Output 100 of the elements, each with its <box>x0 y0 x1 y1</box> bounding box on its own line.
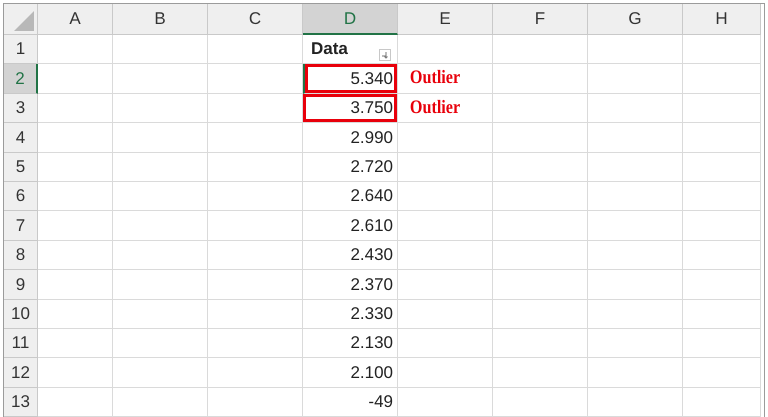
spreadsheet-cell[interactable] <box>493 211 588 241</box>
spreadsheet-cell[interactable] <box>493 94 588 124</box>
spreadsheet-cell[interactable] <box>38 64 113 94</box>
spreadsheet-cell[interactable] <box>683 240 761 270</box>
column-header[interactable]: A <box>38 4 113 35</box>
spreadsheet-cell[interactable] <box>208 328 303 358</box>
spreadsheet-cell[interactable] <box>208 64 303 94</box>
row-header[interactable]: 6 <box>4 182 38 212</box>
spreadsheet-cell[interactable] <box>113 182 208 212</box>
spreadsheet-cell[interactable] <box>588 240 683 270</box>
spreadsheet-cell[interactable] <box>398 240 493 270</box>
spreadsheet-cell[interactable]: 2.130 <box>303 328 398 358</box>
row-header[interactable]: 5 <box>4 152 38 182</box>
spreadsheet-cell[interactable] <box>38 240 113 270</box>
spreadsheet-cell[interactable] <box>208 152 303 182</box>
spreadsheet-cell[interactable] <box>683 328 761 358</box>
spreadsheet-cell[interactable] <box>113 240 208 270</box>
spreadsheet-cell[interactable]: 2.640 <box>303 182 398 212</box>
spreadsheet-cell[interactable] <box>208 211 303 241</box>
spreadsheet-cell[interactable] <box>208 240 303 270</box>
spreadsheet-cell[interactable] <box>113 270 208 300</box>
row-header[interactable]: 1 <box>4 35 38 64</box>
spreadsheet-cell[interactable] <box>683 94 761 124</box>
spreadsheet-cell[interactable] <box>493 270 588 300</box>
spreadsheet-cell[interactable] <box>588 35 683 64</box>
select-all-icon[interactable] <box>14 11 34 31</box>
spreadsheet-cell[interactable]: 2.330 <box>303 300 398 329</box>
column-header[interactable]: B <box>113 4 208 35</box>
column-header[interactable]: G <box>588 4 683 35</box>
spreadsheet-cell[interactable] <box>493 388 588 417</box>
column-header[interactable]: C <box>208 4 303 35</box>
spreadsheet-cell[interactable] <box>113 211 208 241</box>
row-header[interactable]: 11 <box>4 328 38 358</box>
spreadsheet-cell[interactable] <box>493 64 588 94</box>
spreadsheet-cell[interactable]: 2.100 <box>303 358 398 388</box>
spreadsheet-cell[interactable] <box>113 328 208 358</box>
spreadsheet-cell[interactable] <box>113 152 208 182</box>
spreadsheet-cell[interactable]: 2.430 <box>303 240 398 270</box>
spreadsheet-cell[interactable] <box>113 94 208 124</box>
spreadsheet-cell[interactable] <box>38 123 113 153</box>
spreadsheet-cell[interactable] <box>493 35 588 64</box>
spreadsheet-cell[interactable] <box>113 123 208 153</box>
spreadsheet-cell[interactable]: 2.370 <box>303 270 398 300</box>
spreadsheet-cell[interactable] <box>588 123 683 153</box>
spreadsheet-cell[interactable] <box>398 35 493 64</box>
spreadsheet-cell[interactable] <box>493 182 588 212</box>
spreadsheet-cell[interactable] <box>208 182 303 212</box>
spreadsheet-cell[interactable] <box>588 300 683 329</box>
row-header[interactable]: 7 <box>4 211 38 241</box>
row-header[interactable]: 9 <box>4 270 38 300</box>
column-header[interactable]: F <box>493 4 588 35</box>
spreadsheet-cell[interactable] <box>398 270 493 300</box>
spreadsheet-cell[interactable] <box>683 123 761 153</box>
spreadsheet-cell[interactable] <box>38 300 113 329</box>
spreadsheet-cell[interactable]: 3.750 <box>303 94 398 124</box>
spreadsheet-cell[interactable] <box>113 300 208 329</box>
spreadsheet-cell[interactable]: Outlier <box>398 64 493 94</box>
column-header[interactable]: E <box>398 4 493 35</box>
spreadsheet-cell[interactable] <box>208 358 303 388</box>
spreadsheet-cell[interactable]: Outlier <box>398 94 493 124</box>
spreadsheet-cell[interactable] <box>398 328 493 358</box>
spreadsheet-cell[interactable] <box>683 182 761 212</box>
column-header[interactable]: H <box>683 4 761 35</box>
spreadsheet-cell[interactable] <box>208 123 303 153</box>
spreadsheet-cell[interactable] <box>683 211 761 241</box>
spreadsheet-cell[interactable]: 2.610 <box>303 211 398 241</box>
spreadsheet-cell[interactable]: -49 <box>303 388 398 417</box>
spreadsheet-cell[interactable]: 5.340 <box>303 64 398 94</box>
spreadsheet-cell[interactable] <box>398 123 493 153</box>
spreadsheet-cell[interactable] <box>38 358 113 388</box>
row-header[interactable]: 3 <box>4 94 38 124</box>
spreadsheet-cell[interactable] <box>113 35 208 64</box>
spreadsheet-cell[interactable] <box>398 300 493 329</box>
spreadsheet-cell[interactable]: 2.990 <box>303 123 398 153</box>
spreadsheet-cell[interactable] <box>493 240 588 270</box>
spreadsheet-cell[interactable]: 2.720 <box>303 152 398 182</box>
spreadsheet-cell[interactable] <box>38 35 113 64</box>
spreadsheet-cell[interactable] <box>683 64 761 94</box>
spreadsheet-cell[interactable] <box>398 182 493 212</box>
spreadsheet-cell[interactable] <box>588 358 683 388</box>
spreadsheet-cell[interactable] <box>493 358 588 388</box>
spreadsheet-cell[interactable] <box>208 35 303 64</box>
spreadsheet-cell[interactable] <box>493 300 588 329</box>
spreadsheet-cell[interactable] <box>38 270 113 300</box>
row-header[interactable]: 12 <box>4 358 38 388</box>
spreadsheet-cell[interactable] <box>208 388 303 417</box>
row-header[interactable]: 10 <box>4 300 38 329</box>
spreadsheet-cell[interactable] <box>683 358 761 388</box>
row-header[interactable]: 8 <box>4 240 38 270</box>
spreadsheet-cell[interactable] <box>493 328 588 358</box>
spreadsheet-cell[interactable] <box>113 388 208 417</box>
column-header[interactable]: D <box>303 4 398 35</box>
spreadsheet-cell[interactable] <box>588 388 683 417</box>
spreadsheet-cell[interactable] <box>208 94 303 124</box>
spreadsheet-cell[interactable] <box>683 270 761 300</box>
spreadsheet-cell[interactable] <box>588 182 683 212</box>
spreadsheet-cell[interactable] <box>38 211 113 241</box>
spreadsheet-cell[interactable] <box>38 182 113 212</box>
spreadsheet-cell[interactable] <box>588 64 683 94</box>
spreadsheet-cell[interactable] <box>683 152 761 182</box>
